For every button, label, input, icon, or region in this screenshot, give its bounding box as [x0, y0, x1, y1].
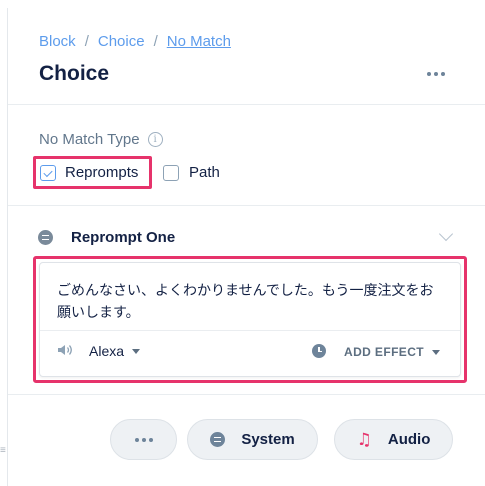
- more-dot-icon: [141, 437, 146, 442]
- breadcrumb-separator: /: [153, 32, 158, 50]
- breadcrumb-block[interactable]: Block: [39, 33, 76, 50]
- check-icon: [43, 167, 53, 177]
- audio-button[interactable]: ♫ Audio: [334, 419, 453, 460]
- speech-bubble-icon: [210, 432, 226, 447]
- reprompt-text-input[interactable]: ごめんなさい、よくわかりませんでした。もう一度注文をお願いします。: [57, 280, 447, 324]
- section-divider: [8, 205, 485, 206]
- section-divider: [8, 394, 485, 395]
- more-dot-icon: [134, 437, 139, 442]
- voice-label: Alexa: [89, 343, 125, 359]
- reprompt-card: ごめんなさい、よくわかりませんでした。もう一度注文をお願いします。 Alexa …: [39, 262, 461, 377]
- more-dot-icon: [148, 437, 153, 442]
- reprompt-title[interactable]: Reprompt One: [71, 229, 175, 246]
- audio-label: Audio: [387, 431, 431, 448]
- speech-bubble-icon: [38, 230, 53, 245]
- breadcrumb-current[interactable]: No Match: [167, 33, 231, 50]
- add-effect-button[interactable]: ADD EFFECT: [344, 345, 440, 359]
- no-match-type-label: No Match Type i: [39, 131, 163, 148]
- more-options-button[interactable]: [424, 64, 448, 84]
- reprompts-label[interactable]: Reprompts: [65, 164, 138, 181]
- reprompts-checkbox[interactable]: [40, 165, 56, 181]
- system-label: System: [241, 431, 295, 448]
- caret-down-icon: [432, 349, 440, 355]
- more-dot-icon: [434, 72, 438, 76]
- path-checkbox[interactable]: [163, 165, 179, 181]
- system-button[interactable]: System: [187, 419, 318, 460]
- breadcrumb: Block / Choice / No Match: [39, 32, 231, 50]
- clock-icon: [312, 344, 326, 358]
- breadcrumb-choice[interactable]: Choice: [98, 33, 145, 50]
- music-note-icon: ♫: [356, 429, 372, 450]
- editor-panel: Block / Choice / No Match Choice No Matc…: [8, 0, 485, 486]
- breadcrumb-separator: /: [84, 32, 89, 50]
- speaker-icon: [58, 345, 72, 355]
- add-effect-label: ADD EFFECT: [344, 345, 424, 359]
- path-label[interactable]: Path: [189, 164, 220, 181]
- no-match-type-text: No Match Type: [39, 131, 140, 148]
- left-gutter: ≡: [0, 0, 7, 486]
- more-dot-icon: [427, 72, 431, 76]
- section-divider: [8, 104, 485, 105]
- page-title: Choice: [39, 62, 110, 85]
- caret-down-icon: [132, 348, 141, 354]
- grip-icon: ≡: [0, 445, 6, 456]
- more-actions-button[interactable]: [110, 419, 177, 460]
- chevron-down-icon[interactable]: [438, 226, 454, 242]
- more-dot-icon: [441, 72, 445, 76]
- voice-selector[interactable]: Alexa: [89, 343, 141, 359]
- card-divider: [40, 330, 460, 331]
- info-icon[interactable]: i: [147, 132, 163, 147]
